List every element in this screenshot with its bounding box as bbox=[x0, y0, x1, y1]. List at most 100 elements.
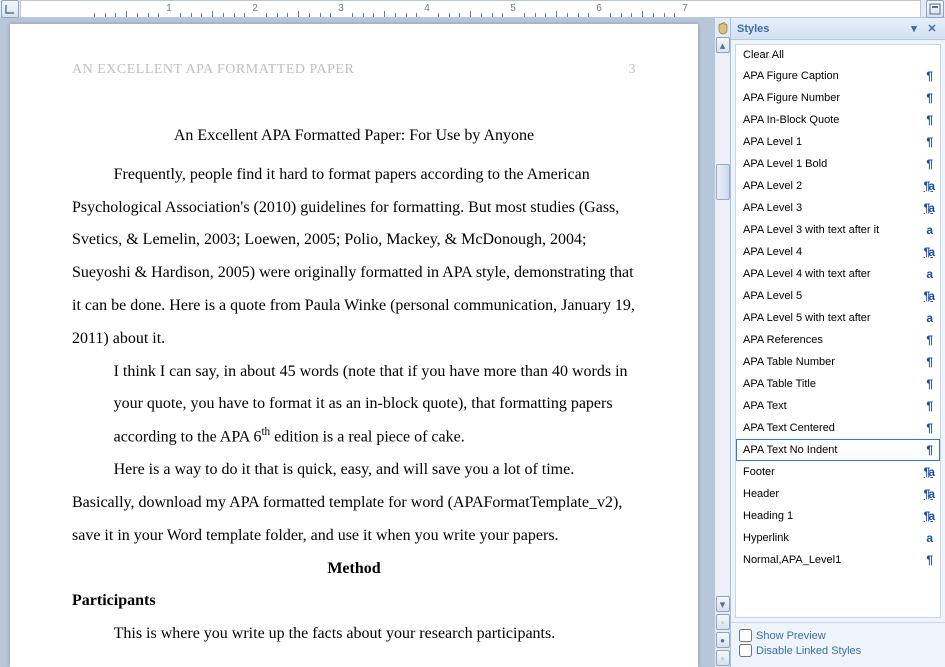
paragraph-mark-icon: ¶ bbox=[917, 69, 933, 83]
style-item[interactable]: APA Figure Number¶ bbox=[736, 87, 940, 109]
style-item-label: APA Figure Caption bbox=[743, 70, 917, 82]
tab-selector-button[interactable] bbox=[1, 0, 19, 18]
show-preview-checkbox[interactable]: Show Preview bbox=[739, 629, 937, 642]
paragraph-mark-icon: a bbox=[917, 531, 933, 545]
style-item-label: APA Figure Number bbox=[743, 92, 917, 104]
paragraph-mark-icon: ¶a bbox=[917, 245, 933, 259]
style-item[interactable]: APA Table Title¶ bbox=[736, 373, 940, 395]
paragraph-mark-icon: ¶ bbox=[917, 443, 933, 457]
style-item-label: APA Level 1 Bold bbox=[743, 158, 917, 170]
style-item-label: APA Level 3 bbox=[743, 202, 917, 214]
style-item-label: APA Level 3 with text after it bbox=[743, 224, 917, 236]
style-item-label: APA Level 4 bbox=[743, 246, 917, 258]
style-item-label: APA Level 1 bbox=[743, 136, 917, 148]
style-item[interactable]: APA Level 2¶a bbox=[736, 175, 940, 197]
style-item-label: APA Text bbox=[743, 400, 917, 412]
next-page-button[interactable]: ◦ bbox=[716, 650, 730, 666]
style-item[interactable]: APA Level 1 Bold¶ bbox=[736, 153, 940, 175]
style-item[interactable]: APA Level 5¶a bbox=[736, 285, 940, 307]
paragraph-mark-icon: a bbox=[917, 223, 933, 237]
section-heading[interactable]: Method bbox=[72, 553, 636, 586]
disable-linked-checkbox[interactable]: Disable Linked Styles bbox=[739, 644, 937, 657]
running-head-text: AN EXCELLENT APA FORMATTED PAPER bbox=[72, 56, 354, 85]
scroll-up-button[interactable]: ▴ bbox=[716, 37, 730, 53]
running-head: AN EXCELLENT APA FORMATTED PAPER 3 bbox=[72, 56, 636, 85]
document-body[interactable]: Frequently, people find it hard to forma… bbox=[72, 159, 636, 651]
style-item[interactable]: APA Level 5 with text aftera bbox=[736, 307, 940, 329]
subheading[interactable]: Participants bbox=[72, 585, 636, 618]
styles-pane-titlebar[interactable]: Styles ▾ ✕ bbox=[731, 18, 945, 40]
style-item[interactable]: APA Table Number¶ bbox=[736, 351, 940, 373]
style-item[interactable]: Header¶a bbox=[736, 483, 940, 505]
pane-dropdown-icon[interactable]: ▾ bbox=[907, 22, 921, 36]
pan-hand-icon[interactable] bbox=[716, 20, 730, 36]
paragraph-mark-icon: ¶a bbox=[917, 487, 933, 501]
paragraph[interactable]: Here is a way to do it that is quick, ea… bbox=[72, 454, 636, 552]
ruler-number: 3 bbox=[338, 3, 344, 14]
style-item[interactable]: APA Figure Caption¶ bbox=[736, 65, 940, 87]
style-item[interactable]: Hyperlinka bbox=[736, 527, 940, 549]
style-item-label: APA Level 2 bbox=[743, 180, 917, 192]
paragraph-mark-icon: ¶a bbox=[917, 179, 933, 193]
clear-all-item[interactable]: Clear All bbox=[736, 45, 940, 65]
paragraph-mark-icon: ¶ bbox=[917, 91, 933, 105]
paragraph[interactable]: Frequently, people find it hard to forma… bbox=[72, 159, 636, 356]
browse-object-button[interactable]: ● bbox=[716, 632, 730, 648]
close-icon[interactable]: ✕ bbox=[925, 22, 939, 36]
style-item-label: APA Level 4 with text after bbox=[743, 268, 917, 280]
paragraph-mark-icon: ¶ bbox=[917, 135, 933, 149]
styles-pane: Styles ▾ ✕ Clear All APA Figure Caption¶… bbox=[730, 18, 945, 667]
styles-pane-footer: Show Preview Disable Linked Styles bbox=[731, 622, 945, 667]
style-item-label: Heading 1 bbox=[743, 510, 917, 522]
scroll-track[interactable] bbox=[716, 54, 730, 595]
style-item-label: APA Level 5 bbox=[743, 290, 917, 302]
paragraph-mark-icon: a bbox=[917, 311, 933, 325]
ruler-bar: 1234567 bbox=[0, 0, 945, 18]
scroll-down-button[interactable]: ▾ bbox=[716, 596, 730, 612]
style-item[interactable]: APA Level 3 with text after ita bbox=[736, 219, 940, 241]
style-item-label: Header bbox=[743, 488, 917, 500]
ruler-number: 5 bbox=[510, 3, 516, 14]
disable-linked-input[interactable] bbox=[739, 644, 752, 657]
show-preview-input[interactable] bbox=[739, 629, 752, 642]
ruler-toggle-button[interactable] bbox=[926, 0, 944, 18]
horizontal-ruler[interactable]: 1234567 bbox=[20, 0, 921, 18]
style-item[interactable]: APA Level 3¶a bbox=[736, 197, 940, 219]
style-item-label: APA Level 5 with text after bbox=[743, 312, 917, 324]
paragraph-mark-icon: ¶a bbox=[917, 509, 933, 523]
style-item[interactable]: Footer¶a bbox=[736, 461, 940, 483]
style-item-label: Hyperlink bbox=[743, 532, 917, 544]
ruler-number: 1 bbox=[166, 3, 172, 14]
scroll-thumb[interactable] bbox=[716, 164, 730, 200]
style-item[interactable]: APA Text¶ bbox=[736, 395, 940, 417]
paragraph-mark-icon: ¶a bbox=[917, 465, 933, 479]
document-viewport: AN EXCELLENT APA FORMATTED PAPER 3 An Ex… bbox=[0, 18, 714, 667]
paragraph-mark-icon: ¶a bbox=[917, 201, 933, 215]
paragraph-mark-icon: ¶ bbox=[917, 377, 933, 391]
ruler-number: 6 bbox=[596, 3, 602, 14]
style-item[interactable]: APA Level 4 with text aftera bbox=[736, 263, 940, 285]
block-quote[interactable]: I think I can say, in about 45 words (no… bbox=[114, 356, 636, 455]
document-title[interactable]: An Excellent APA Formatted Paper: For Us… bbox=[72, 120, 636, 153]
document-page[interactable]: AN EXCELLENT APA FORMATTED PAPER 3 An Ex… bbox=[10, 24, 698, 667]
style-item-label: APA In-Block Quote bbox=[743, 114, 917, 126]
style-item-label: APA Text No Indent bbox=[743, 444, 917, 456]
style-item-label: Normal,APA_Level1 bbox=[743, 554, 917, 566]
style-item[interactable]: Heading 1¶a bbox=[736, 505, 940, 527]
style-item[interactable]: APA Text No Indent¶ bbox=[736, 439, 940, 461]
style-item[interactable]: APA References¶ bbox=[736, 329, 940, 351]
style-item-label: APA Table Title bbox=[743, 378, 917, 390]
style-item[interactable]: APA Text Centered¶ bbox=[736, 417, 940, 439]
paragraph[interactable]: This is where you write up the facts abo… bbox=[72, 618, 636, 651]
style-item[interactable]: APA Level 4¶a bbox=[736, 241, 940, 263]
paragraph-mark-icon: a bbox=[917, 267, 933, 281]
style-item[interactable]: APA Level 1¶ bbox=[736, 131, 940, 153]
styles-list[interactable]: Clear All APA Figure Caption¶APA Figure … bbox=[735, 44, 941, 618]
style-item-label: APA References bbox=[743, 334, 917, 346]
paragraph-mark-icon: ¶ bbox=[917, 333, 933, 347]
styles-pane-title: Styles bbox=[737, 23, 769, 35]
style-item[interactable]: Normal,APA_Level1¶ bbox=[736, 549, 940, 571]
style-item[interactable]: APA In-Block Quote¶ bbox=[736, 109, 940, 131]
paragraph-mark-icon: ¶ bbox=[917, 157, 933, 171]
prev-page-button[interactable]: ◦ bbox=[716, 614, 730, 630]
